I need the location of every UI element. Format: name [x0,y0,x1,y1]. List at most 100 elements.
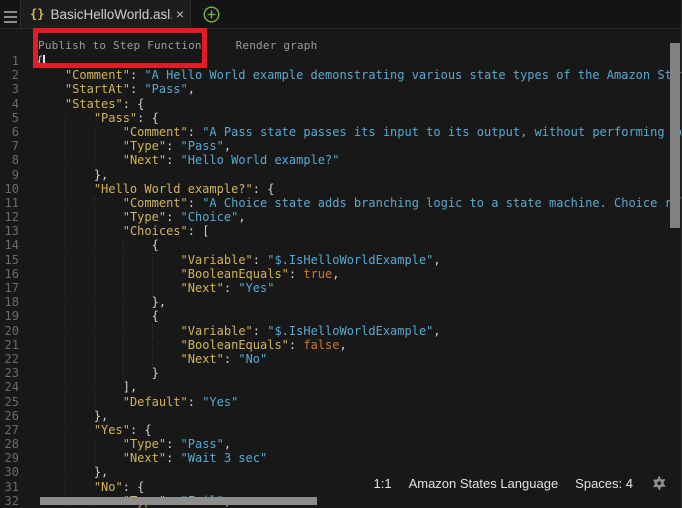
code-line[interactable]: 7 "Type": "Pass", [0,139,681,153]
code-line[interactable]: 29 "Next": "Wait 3 sec" [0,451,681,465]
code-text: "Comment": "A Hello World example demons… [36,68,682,82]
code-text: "Next": "No" [36,352,267,366]
tab-bar: {} BasicHelloWorld.asl.json × [0,0,681,29]
json-braces-icon: {} [30,7,44,21]
code-line[interactable]: 5 "Pass": { [0,111,681,125]
line-number: 2 [0,68,19,82]
line-number: 27 [0,423,19,437]
code-line[interactable]: 25 "Default": "Yes" [0,395,681,409]
code-text: "Next": "Yes" [36,281,274,295]
publish-to-step-functions-link[interactable]: Publish to Step Functions [38,39,209,52]
code-text: "States": { [36,97,144,111]
line-number: 21 [0,338,19,352]
code-text: }, [36,295,166,309]
code-line[interactable]: 20 "Variable": "$.IsHelloWorldExample", [0,324,681,338]
code-line[interactable]: 22 "Next": "No" [0,352,681,366]
indentation-indicator[interactable]: Spaces: 4 [575,476,633,491]
menu-button[interactable] [0,0,21,28]
code-text: "Type": "Pass", [36,139,231,153]
code-line[interactable]: 11 "Comment": "A Choice state adds branc… [0,196,681,210]
tab-basichelloworld[interactable]: {} BasicHelloWorld.asl.json × [21,0,191,28]
line-number: 17 [0,281,19,295]
line-number: 5 [0,111,19,125]
code-text: "Comment": "A Pass state passes its inpu… [36,125,682,139]
code-text: "Pass": { [36,111,159,125]
horizontal-scrollbar[interactable] [40,497,317,505]
code-line[interactable]: 12 "Type": "Choice", [0,210,681,224]
code-line[interactable]: 2 "Comment": "A Hello World example demo… [0,68,681,82]
render-graph-link[interactable]: Render graph [236,39,318,52]
close-icon[interactable]: × [176,6,184,22]
line-number: 22 [0,352,19,366]
line-number: 16 [0,267,19,281]
line-number: 26 [0,409,19,423]
code-line[interactable]: 27 "Yes": { [0,423,681,437]
code-line[interactable]: 13 "Choices": [ [0,224,681,238]
code-text: "Comment": "A Choice state adds branchin… [36,196,682,210]
editor-area[interactable]: 1{2 "Comment": "A Hello World example de… [0,54,681,508]
line-number: 9 [0,168,19,182]
code-line[interactable]: 14 { [0,238,681,252]
code-text: { [36,309,159,323]
code-text: "Yes": { [36,423,152,437]
settings-gear-icon[interactable] [650,475,667,492]
hamburger-icon [4,11,17,23]
line-number: 11 [0,196,19,210]
line-number: 23 [0,366,19,380]
code-line[interactable]: 21 "BooleanEquals": false, [0,338,681,352]
code-line[interactable]: 10 "Hello World example?": { [0,182,681,196]
status-bar: 1:1 Amazon States Language Spaces: 4 [373,475,667,492]
code-text: "Variable": "$.IsHelloWorldExample", [36,324,441,338]
code-text: "Choices": [ [36,224,209,238]
line-number: 6 [0,125,19,139]
code-text: "Default": "Yes" [36,395,238,409]
line-number: 18 [0,295,19,309]
line-number: 25 [0,395,19,409]
text-cursor [43,55,45,67]
codelens-row: Publish to Step Functions Render graph [38,39,317,52]
code-text: } [36,366,159,380]
line-number: 13 [0,224,19,238]
code-line[interactable]: 26 }, [0,409,681,423]
line-number: 29 [0,451,19,465]
code-line[interactable]: 19 { [0,309,681,323]
code-text: }, [36,409,108,423]
line-number: 14 [0,238,19,252]
code-text: { [36,54,45,68]
code-line[interactable]: 9 }, [0,168,681,182]
new-tab-button[interactable] [191,0,231,28]
vertical-scrollbar[interactable] [670,43,680,228]
code-line[interactable]: 1{ [0,54,681,68]
line-number: 12 [0,210,19,224]
code-line[interactable]: 17 "Next": "Yes" [0,281,681,295]
code-line[interactable]: 6 "Comment": "A Pass state passes its in… [0,125,681,139]
code-text: "No": { [36,480,144,494]
line-number: 31 [0,480,19,494]
line-number: 1 [0,54,19,68]
code-text: "Variable": "$.IsHelloWorldExample", [36,253,441,267]
code-text: "BooleanEquals": true, [36,267,340,281]
line-number: 8 [0,153,19,167]
code-line[interactable]: 24 ], [0,380,681,394]
line-number: 4 [0,97,19,111]
code-line[interactable]: 18 }, [0,295,681,309]
code-line[interactable]: 15 "Variable": "$.IsHelloWorldExample", [0,253,681,267]
code-text: { [36,238,159,252]
code-line[interactable]: 3 "StartAt": "Pass", [0,82,681,96]
code-text: "BooleanEquals": false, [36,338,347,352]
cursor-position-indicator[interactable]: 1:1 [373,476,391,491]
code-text: }, [36,465,108,479]
plus-circle-icon [203,6,220,23]
line-number: 10 [0,182,19,196]
code-line[interactable]: 16 "BooleanEquals": true, [0,267,681,281]
line-number: 24 [0,380,19,394]
code-line[interactable]: 23 } [0,366,681,380]
code-line[interactable]: 28 "Type": "Pass", [0,437,681,451]
language-mode-indicator[interactable]: Amazon States Language [409,476,559,491]
code-line[interactable]: 4 "States": { [0,97,681,111]
code-text: "Type": "Pass", [36,437,231,451]
code-line[interactable]: 8 "Next": "Hello World example?" [0,153,681,167]
line-number: 3 [0,82,19,96]
tab-title: BasicHelloWorld.asl.json [50,7,171,22]
line-number: 7 [0,139,19,153]
